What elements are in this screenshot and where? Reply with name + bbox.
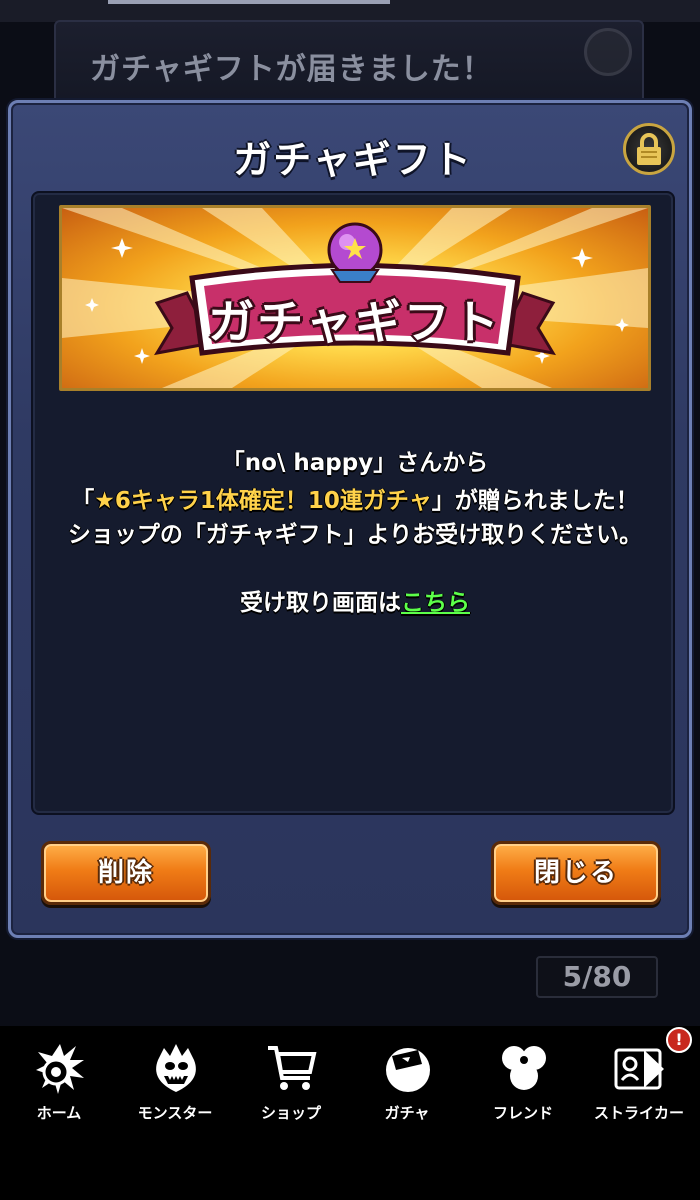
receive-link[interactable]: こちら: [401, 590, 470, 616]
bottom-nav: ホーム モンスター ショップ ガチャ フレンド ストライカー: [0, 1026, 700, 1200]
friend-icon: [502, 1046, 546, 1090]
modal-title: ガチャギフト: [233, 138, 473, 182]
modal-content: ガチャギフト 「no\ happy」さんから 「★6キャラ1体確定！10連ガチャ…: [31, 191, 675, 815]
gacha-icon: [386, 1048, 430, 1092]
cart-icon: [268, 1046, 317, 1090]
home-icon: [36, 1044, 84, 1094]
nav-item-friend[interactable]: フレンド: [465, 1040, 581, 1150]
alert-badge-icon: !: [666, 1027, 692, 1053]
close-button[interactable]: 閉じる: [491, 841, 661, 905]
gift-bracket-close: 」が贈られました！: [431, 488, 639, 514]
nav-label-striker: ストライカー: [593, 1104, 684, 1122]
gift-name: ★6キャラ1体確定！10連ガチャ: [94, 488, 432, 514]
nav-item-gacha[interactable]: ガチャ: [349, 1040, 465, 1150]
nav-label-shop: ショップ: [260, 1104, 321, 1122]
background-notification-title: ガチャギフトが届きました！: [90, 52, 493, 87]
nav-label-home: ホーム: [36, 1104, 82, 1122]
banner-text: ガチャギフト: [208, 295, 502, 349]
striker-icon: [614, 1048, 664, 1090]
message-line-gift: 「★6キャラ1体確定！10連ガチャ」が贈られました！: [33, 481, 677, 515]
monster-icon: [156, 1044, 196, 1092]
nav-label-monster: モンスター: [137, 1104, 213, 1122]
gift-bracket-open: 「: [71, 488, 95, 514]
nav-item-striker[interactable]: ストライカー: [581, 1040, 697, 1150]
message-line-receive: 受け取り画面はこちら: [33, 583, 677, 617]
gacha-gift-banner: ガチャギフト: [59, 205, 651, 391]
gift-counter: 5/80: [536, 956, 658, 998]
nav-item-monster[interactable]: モンスター: [117, 1040, 233, 1150]
nav-label-gacha: ガチャ: [384, 1104, 430, 1122]
receive-prefix: 受け取り画面は: [240, 590, 401, 616]
lock-icon[interactable]: [623, 123, 675, 175]
background-strip: [0, 0, 700, 22]
background-notification: ガチャギフトが届きました！: [54, 20, 644, 112]
nav-label-friend: フレンド: [492, 1104, 553, 1122]
background-bar: [108, 0, 390, 4]
gift-modal: ガチャギフト ガチャギフト 「no\ happy」さんから 「★6キャラ1体確定…: [8, 100, 692, 938]
delete-button[interactable]: 削除: [41, 841, 211, 905]
message-line-instructions: ショップの「ガチャギフト」よりお受け取りください。: [67, 522, 643, 548]
nav-item-shop[interactable]: ショップ: [233, 1040, 349, 1150]
message-line-sender: 「no\ happy」さんから: [221, 450, 489, 476]
background-lock-icon: [584, 28, 632, 76]
nav-item-home[interactable]: ホーム: [1, 1040, 117, 1150]
